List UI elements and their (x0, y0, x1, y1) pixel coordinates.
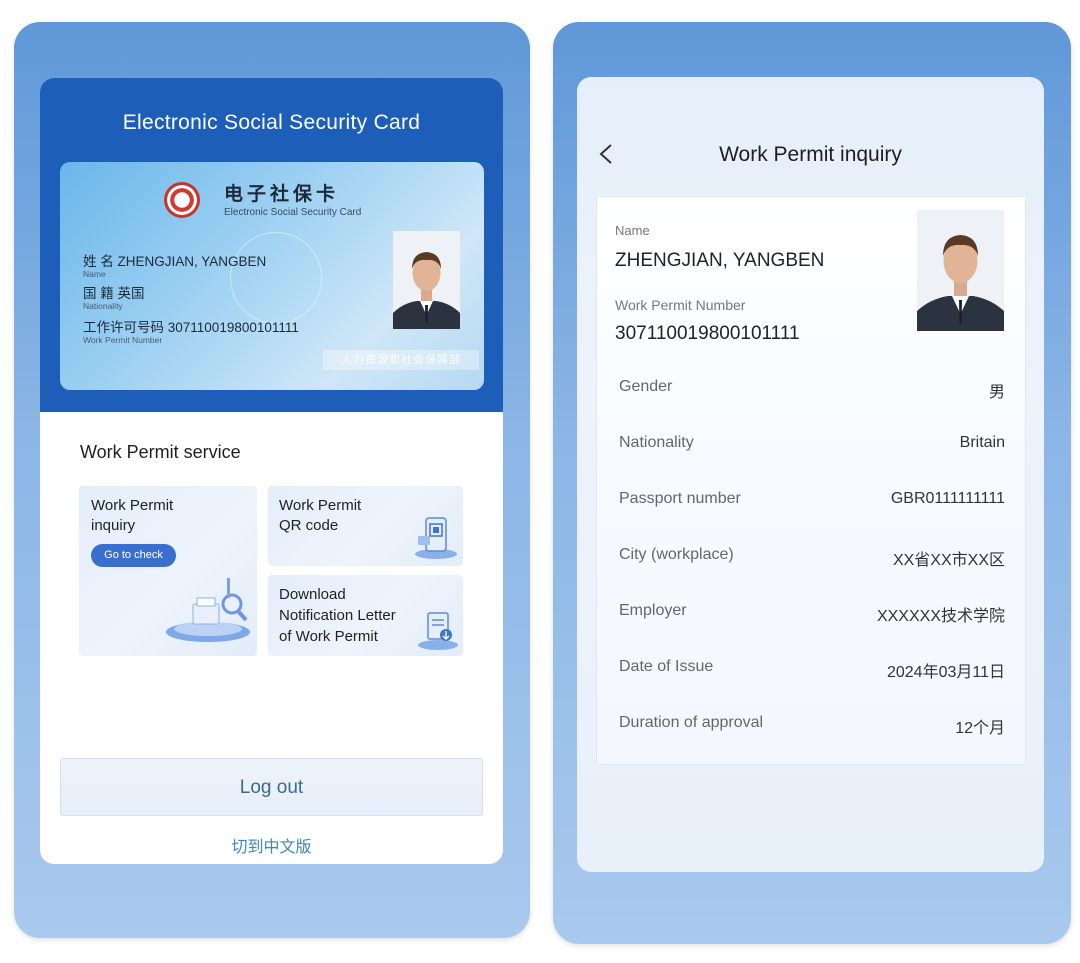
row-value: XXXXXX技术学院 (876, 608, 1005, 625)
page-title: Electronic Social Security Card (122, 111, 421, 134)
tile-label-line: Work Permit (91, 497, 174, 514)
info-row-gender: Gender 男 (597, 378, 1027, 434)
nationality-label-cn: 国 籍 (83, 286, 114, 301)
work-permit-qr-code-tile[interactable]: Work Permit QR code (268, 486, 463, 566)
name-value: ZHENGJIAN, YANGBEN (117, 254, 267, 269)
tile-label-line: Notification Letter (279, 607, 396, 624)
row-value: Britain (959, 434, 1005, 451)
name-value: ZHENGJIAN, YANGBEN (615, 250, 825, 271)
row-label: Nationality (619, 434, 694, 451)
tile-label: Work Permit QR code (279, 496, 361, 536)
row-label: Passport number (619, 490, 741, 507)
info-row-passport: Passport number GBR0111111111 (597, 490, 1027, 546)
work-permit-inquiry-tile[interactable]: Work Permit inquiry Go to check (79, 486, 257, 656)
download-notification-letter-tile[interactable]: Download Notification Letter of Work Per… (268, 575, 463, 656)
right-phone-frame: Work Permit inquiry Name ZHENGJIAN, YANG… (553, 22, 1071, 944)
tile-label-line: QR code (279, 517, 339, 534)
permit-value: 307110019800101111 (167, 320, 299, 335)
row-label: City (workplace) (619, 546, 734, 563)
document-download-icon (418, 612, 458, 650)
qr-phone-icon (415, 517, 457, 559)
work-permit-detail-card: Name ZHENGJIAN, YANGBEN Work Permit Numb… (596, 196, 1026, 765)
magnifier-inquiry-icon (166, 578, 250, 642)
row-value: 2024年03月11日 (886, 664, 1005, 681)
row-value: 12个月 (955, 720, 1005, 737)
go-to-check-button[interactable]: Go to check (91, 544, 176, 567)
info-row-duration: Duration of approval 12个月 (597, 714, 1027, 770)
row-label: Gender (619, 378, 673, 395)
tile-label-line: of Work Permit (279, 628, 378, 645)
permit-label-en: Work Permit Number (83, 335, 163, 345)
tile-label-line: inquiry (91, 517, 136, 534)
card-title-cn: 电子社保卡 (224, 183, 340, 205)
info-row-date-of-issue: Date of Issue 2024年03月11日 (597, 658, 1027, 714)
info-row-employer: Employer XXXXXX技术学院 (597, 602, 1027, 658)
holder-photo (917, 210, 1004, 331)
row-label: Date of Issue (619, 658, 714, 675)
row-value: XX省XX市XX区 (892, 552, 1005, 569)
name-label-cn: 姓 名 (83, 254, 114, 269)
card-photo (393, 231, 460, 329)
header-area: Electronic Social Security Card 电子社保卡 El… (40, 78, 503, 412)
tile-label: Download Notification Letter of Work Per… (279, 584, 396, 647)
row-label: Employer (619, 602, 687, 619)
row-value: GBR0111111111 (890, 490, 1005, 507)
card-name-field: 姓 名 ZHENGJIAN, YANGBEN Name (83, 250, 266, 279)
row-label: Duration of approval (619, 714, 764, 731)
card-permit-field: 工作许可号码 307110019800101111 Work Permit Nu… (83, 316, 299, 345)
social-security-card[interactable]: 电子社保卡 Electronic Social Security Card 姓 … (60, 162, 484, 390)
page-title: Work Permit inquiry (719, 143, 902, 166)
row-value: 男 (988, 384, 1005, 401)
section-title: Work Permit service (80, 442, 241, 462)
switch-to-chinese-link[interactable]: 切到中文版 (40, 833, 503, 857)
permit-number-value: 307110019800101111 (615, 323, 800, 344)
info-row-nationality: Nationality Britain (597, 434, 1027, 490)
card-footer-strip: 人力资源和社会保障部 (323, 350, 479, 370)
work-permit-inquiry-screen: Work Permit inquiry Name ZHENGJIAN, YANG… (577, 77, 1044, 872)
left-phone-frame: Electronic Social Security Card 电子社保卡 El… (14, 22, 530, 938)
tile-label-line: Work Permit (279, 497, 362, 514)
nationality-label-en: Nationality (83, 301, 123, 311)
name-label: Name (615, 223, 650, 238)
social-security-emblem-icon (164, 182, 200, 218)
nationality-value: 英国 (117, 286, 145, 301)
card-nationality-field: 国 籍 英国 Nationality (83, 282, 145, 311)
info-row-city: City (workplace) XX省XX市XX区 (597, 546, 1027, 602)
log-out-button[interactable]: Log out (60, 758, 483, 816)
tile-label: Work Permit inquiry (91, 496, 173, 536)
social-security-home-screen: Electronic Social Security Card 电子社保卡 El… (40, 78, 503, 864)
permit-label-cn: 工作许可号码 (83, 320, 164, 335)
permit-number-label: Work Permit Number (615, 297, 746, 313)
name-label-en: Name (83, 269, 106, 279)
card-title-en: Electronic Social Security Card (224, 207, 362, 218)
tile-label-line: Download (279, 586, 346, 603)
